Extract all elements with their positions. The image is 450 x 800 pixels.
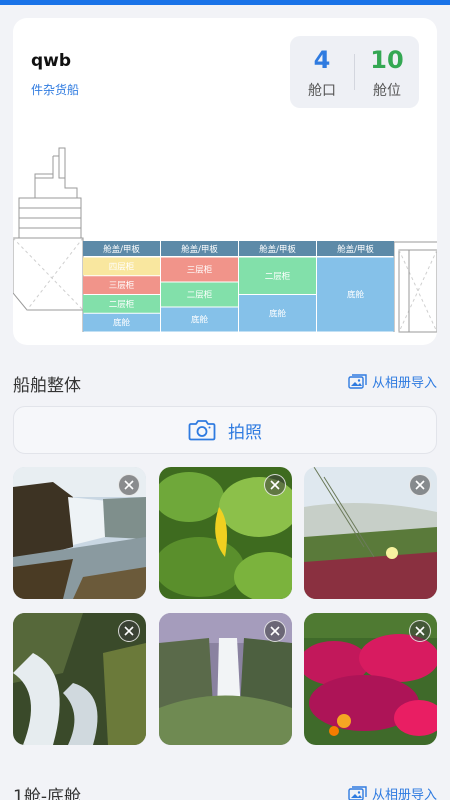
hold-level-label: 二层柜 [109,299,135,310]
photo-thumbnail-4[interactable] [13,613,146,745]
hold-header-label: 舱盖/甲板 [103,244,140,255]
section-title-hold1: 1舱-底舱 [13,787,81,800]
close-icon [270,480,280,490]
photo-thumbnail-6[interactable] [304,613,437,745]
hold-level-label: 二层柜 [187,290,213,301]
ship-name: qwb [31,51,72,71]
import-from-album-label: 从相册导入 [371,376,437,391]
close-icon [415,480,425,490]
album-icon [348,785,367,800]
hold-level-label: 四层柜 [109,261,135,272]
hold-level-label: 二层柜 [265,271,291,282]
ship-stats: 4 舱口 10 舱位 [290,36,419,108]
album-icon [348,373,367,389]
ship-hold-diagram: 舱盖/甲板四层柜三层柜二层柜底舱舱盖/甲板三层柜二层柜底舱舱盖/甲板二层柜底舱舱… [13,147,437,333]
import-from-album-button[interactable]: 从相册导入 [348,372,437,391]
close-icon [124,626,134,636]
photo-thumbnail-2[interactable] [159,467,292,599]
import-from-album-label: 从相册导入 [371,788,437,800]
hold-level-label: 底舱 [269,308,287,319]
hatch-count-stat: 4 舱口 [290,36,354,108]
photo-thumbnail-1[interactable] [13,467,146,599]
ship-type: 件杂货船 [31,83,80,97]
top-accent-bar [0,0,450,5]
hatch-count: 4 [313,46,331,74]
hold-column-2[interactable]: 舱盖/甲板三层柜二层柜底舱 [161,241,238,332]
hold-level-label: 三层柜 [187,265,213,276]
close-icon [124,480,134,490]
take-photo-button[interactable]: 拍照 [13,406,437,454]
photo-thumbnail-5[interactable] [159,613,292,745]
remove-photo-button[interactable] [264,474,286,496]
hold-level-label: 三层柜 [109,280,135,291]
hold-level-label: 底舱 [347,290,365,301]
take-photo-label: 拍照 [228,422,262,443]
hold-level-label: 底舱 [113,318,131,329]
section-title-overall: 船舶整体 [13,376,81,396]
camera-icon [188,420,216,441]
photo-thumbnail-3[interactable] [304,467,437,599]
close-icon [270,626,280,636]
hold-column-3[interactable]: 舱盖/甲板二层柜底舱 [239,241,316,332]
ship-bow-icon [393,241,437,333]
hold-level-label: 底舱 [191,315,209,326]
hold-column-1[interactable]: 舱盖/甲板四层柜三层柜二层柜底舱 [83,241,160,332]
hold-header-label: 舱盖/甲板 [337,244,374,255]
close-icon [415,626,425,636]
ship-info-card: qwb 件杂货船 4 舱口 10 舱位 舱盖/甲板 四层柜 三层柜 二层柜 底舱… [13,18,437,345]
import-from-album-button-hold1[interactable]: 从相册导入 [348,784,437,800]
remove-photo-button[interactable] [264,620,286,642]
hold-header-label: 舱盖/甲板 [259,244,296,255]
berth-count-stat: 10 舱位 [355,36,419,108]
hold-column-4[interactable]: 舱盖/甲板底舱 [317,241,394,332]
remove-photo-button[interactable] [118,474,140,496]
remove-photo-button[interactable] [409,620,431,642]
hold-header-label: 舱盖/甲板 [181,244,218,255]
hatch-count-label: 舱口 [308,83,336,99]
berth-count-label: 舱位 [373,83,401,99]
berth-count: 10 [370,46,404,74]
ship-superstructure-icon [13,147,84,332]
remove-photo-button[interactable] [409,474,431,496]
remove-photo-button[interactable] [118,620,140,642]
